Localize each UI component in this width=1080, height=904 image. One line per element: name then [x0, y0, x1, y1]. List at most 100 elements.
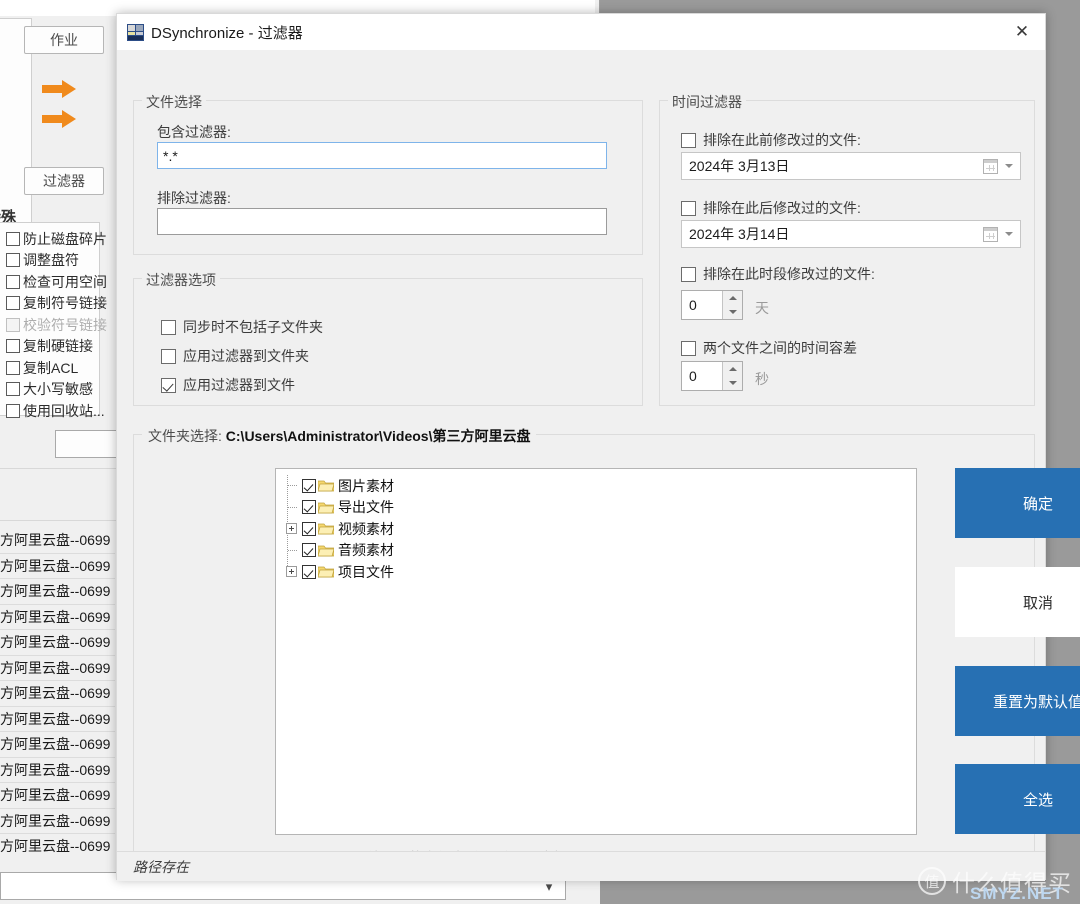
- exclude-before-label: 排除在此前修改过的文件:: [703, 132, 861, 148]
- tree-item-4[interactable]: 项目文件: [284, 561, 916, 583]
- list-item[interactable]: 方阿里云盘--0699: [0, 630, 115, 656]
- job-button[interactable]: 作业: [24, 26, 104, 54]
- dialog-body: 文件选择 包含过滤器: 排除过滤器: 过滤器选项 同步时不包括子文件夹 应用过滤…: [117, 50, 1080, 881]
- checkbox-icon[interactable]: [302, 478, 316, 493]
- list-item[interactable]: 方阿里云盘--0699: [0, 707, 115, 732]
- checkbox-icon[interactable]: [681, 132, 696, 148]
- folder-icon: [318, 544, 334, 557]
- range-days-stepper[interactable]: 0: [681, 290, 743, 320]
- checkbox-icon[interactable]: [161, 319, 176, 335]
- watermark-subtext: SMYZ.NET: [970, 884, 1064, 903]
- folder-tree-inner: 图片素材 导出文件 视频素材 音频素材 项目文件: [276, 469, 916, 583]
- calendar-icon[interactable]: [983, 227, 998, 242]
- cancel-button[interactable]: 取消: [955, 567, 1080, 637]
- option-apply-to-folders[interactable]: 应用过滤器到文件夹: [161, 346, 309, 366]
- expand-icon[interactable]: [286, 523, 297, 534]
- range-days-value[interactable]: 0: [682, 291, 722, 319]
- folder-selection-path: C:\Users\Administrator\Videos\第三方阿里云盘: [225, 428, 531, 444]
- checkbox-icon[interactable]: [681, 266, 696, 282]
- arrow-right-icon-2: [40, 108, 80, 130]
- select-all-button[interactable]: 全选: [955, 764, 1080, 834]
- chevron-down-icon[interactable]: [1005, 232, 1013, 236]
- background-file-list[interactable]: 方阿里云盘--0699 方阿里云盘--0699 方阿里云盘--0699 方阿里云…: [0, 528, 115, 885]
- list-item[interactable]: 方阿里云盘--0699: [0, 579, 115, 605]
- stepper-down-icon[interactable]: [723, 305, 742, 319]
- filter-button-background[interactable]: 过滤器: [24, 167, 104, 195]
- option-label: 应用过滤器到文件: [183, 377, 295, 393]
- ok-button[interactable]: 确定: [955, 468, 1080, 538]
- exclude-after-date-picker[interactable]: 2024年 3月14日: [681, 220, 1021, 248]
- stepper-down-icon[interactable]: [723, 376, 742, 390]
- special-item-2[interactable]: 检查可用空间: [6, 271, 116, 293]
- exclude-after-checkbox-row[interactable]: 排除在此后修改过的文件:: [681, 198, 861, 218]
- dialog-title: DSynchronize - 过滤器: [151, 24, 303, 42]
- tolerance-seconds-stepper[interactable]: 0: [681, 361, 743, 391]
- list-item[interactable]: 方阿里云盘--0699: [0, 834, 115, 860]
- time-tolerance-checkbox-row[interactable]: 两个文件之间的时间容差: [681, 338, 857, 358]
- stepper-up-icon[interactable]: [723, 291, 742, 305]
- exclude-before-checkbox-row[interactable]: 排除在此前修改过的文件:: [681, 130, 861, 150]
- checkbox-icon[interactable]: [681, 200, 696, 216]
- special-item-3[interactable]: 复制符号链接: [6, 293, 116, 315]
- checkbox-icon[interactable]: [302, 500, 316, 515]
- special-item-5[interactable]: 复制硬链接: [6, 336, 116, 358]
- option-apply-to-files[interactable]: 应用过滤器到文件: [161, 375, 295, 395]
- checkbox-icon[interactable]: [6, 403, 20, 418]
- checkbox-icon[interactable]: [302, 521, 316, 536]
- checkbox-icon[interactable]: [161, 377, 176, 393]
- tree-connector: [288, 485, 298, 486]
- include-filter-input[interactable]: [157, 142, 607, 169]
- close-icon[interactable]: ✕: [999, 14, 1045, 50]
- checkbox-icon[interactable]: [6, 274, 20, 289]
- special-item-label: 检查可用空间: [23, 273, 107, 290]
- tree-item-label: 音频素材: [338, 542, 394, 559]
- exclude-range-checkbox-row[interactable]: 排除在此时段修改过的文件:: [681, 264, 875, 284]
- list-item[interactable]: 方阿里云盘--0699: [0, 681, 115, 707]
- special-item-6[interactable]: 复制ACL: [6, 357, 116, 379]
- tree-item-3[interactable]: 音频素材: [284, 540, 916, 562]
- exclude-filter-input[interactable]: [157, 208, 607, 235]
- checkbox-icon[interactable]: [6, 360, 20, 375]
- special-item-label: 防止磁盘碎片: [23, 230, 107, 247]
- list-item[interactable]: 方阿里云盘--0699: [0, 783, 115, 809]
- checkbox-icon[interactable]: [6, 382, 20, 397]
- stepper-buttons[interactable]: [722, 291, 742, 319]
- special-item-7[interactable]: 大小写敏感: [6, 379, 116, 401]
- special-item-1[interactable]: 调整盘符: [6, 250, 116, 272]
- list-item[interactable]: 方阿里云盘--0699: [0, 554, 115, 579]
- checkbox-icon[interactable]: [6, 296, 20, 311]
- special-item-label: 复制ACL: [23, 359, 79, 376]
- checkbox-icon[interactable]: [161, 348, 176, 364]
- special-item-8[interactable]: 使用回收站...: [6, 400, 116, 422]
- tree-item-2[interactable]: 视频素材: [284, 518, 916, 540]
- checkbox-icon[interactable]: [6, 231, 20, 246]
- stepper-buttons[interactable]: [722, 362, 742, 390]
- calendar-icon[interactable]: [983, 159, 998, 174]
- list-item[interactable]: 方阿里云盘--0699: [0, 809, 115, 834]
- tree-item-0[interactable]: 图片素材: [284, 475, 916, 497]
- checkbox-icon[interactable]: [6, 339, 20, 354]
- list-item[interactable]: 方阿里云盘--0699: [0, 732, 115, 758]
- dialog-titlebar[interactable]: DSynchronize - 过滤器 ✕: [117, 14, 1045, 50]
- stepper-up-icon[interactable]: [723, 362, 742, 376]
- checkbox-icon[interactable]: [6, 253, 20, 268]
- checkbox-icon[interactable]: [302, 564, 316, 579]
- chevron-down-icon[interactable]: [1005, 164, 1013, 168]
- expand-icon[interactable]: [286, 566, 297, 577]
- checkbox-icon[interactable]: [681, 340, 696, 356]
- tree-item-1[interactable]: 导出文件: [284, 497, 916, 519]
- arrow-right-icon-1: [40, 78, 80, 100]
- list-item[interactable]: 方阿里云盘--0699: [0, 605, 115, 630]
- tolerance-seconds-value[interactable]: 0: [682, 362, 722, 390]
- list-item[interactable]: 方阿里云盘--0699: [0, 528, 115, 554]
- list-item[interactable]: 方阿里云盘--0699: [0, 758, 115, 783]
- exclude-before-date-picker[interactable]: 2024年 3月13日: [681, 152, 1021, 180]
- folder-tree[interactable]: 图片素材 导出文件 视频素材 音频素材 项目文件: [275, 468, 917, 835]
- reset-defaults-button[interactable]: 重置为默认值: [955, 666, 1080, 736]
- special-item-0[interactable]: 防止磁盘碎片: [6, 228, 116, 250]
- list-item[interactable]: 方阿里云盘--0699: [0, 656, 115, 681]
- tolerance-seconds-unit: 秒: [755, 371, 769, 387]
- special-item-label: 调整盘符: [23, 252, 79, 269]
- checkbox-icon[interactable]: [302, 543, 316, 558]
- option-no-subfolders[interactable]: 同步时不包括子文件夹: [161, 317, 323, 337]
